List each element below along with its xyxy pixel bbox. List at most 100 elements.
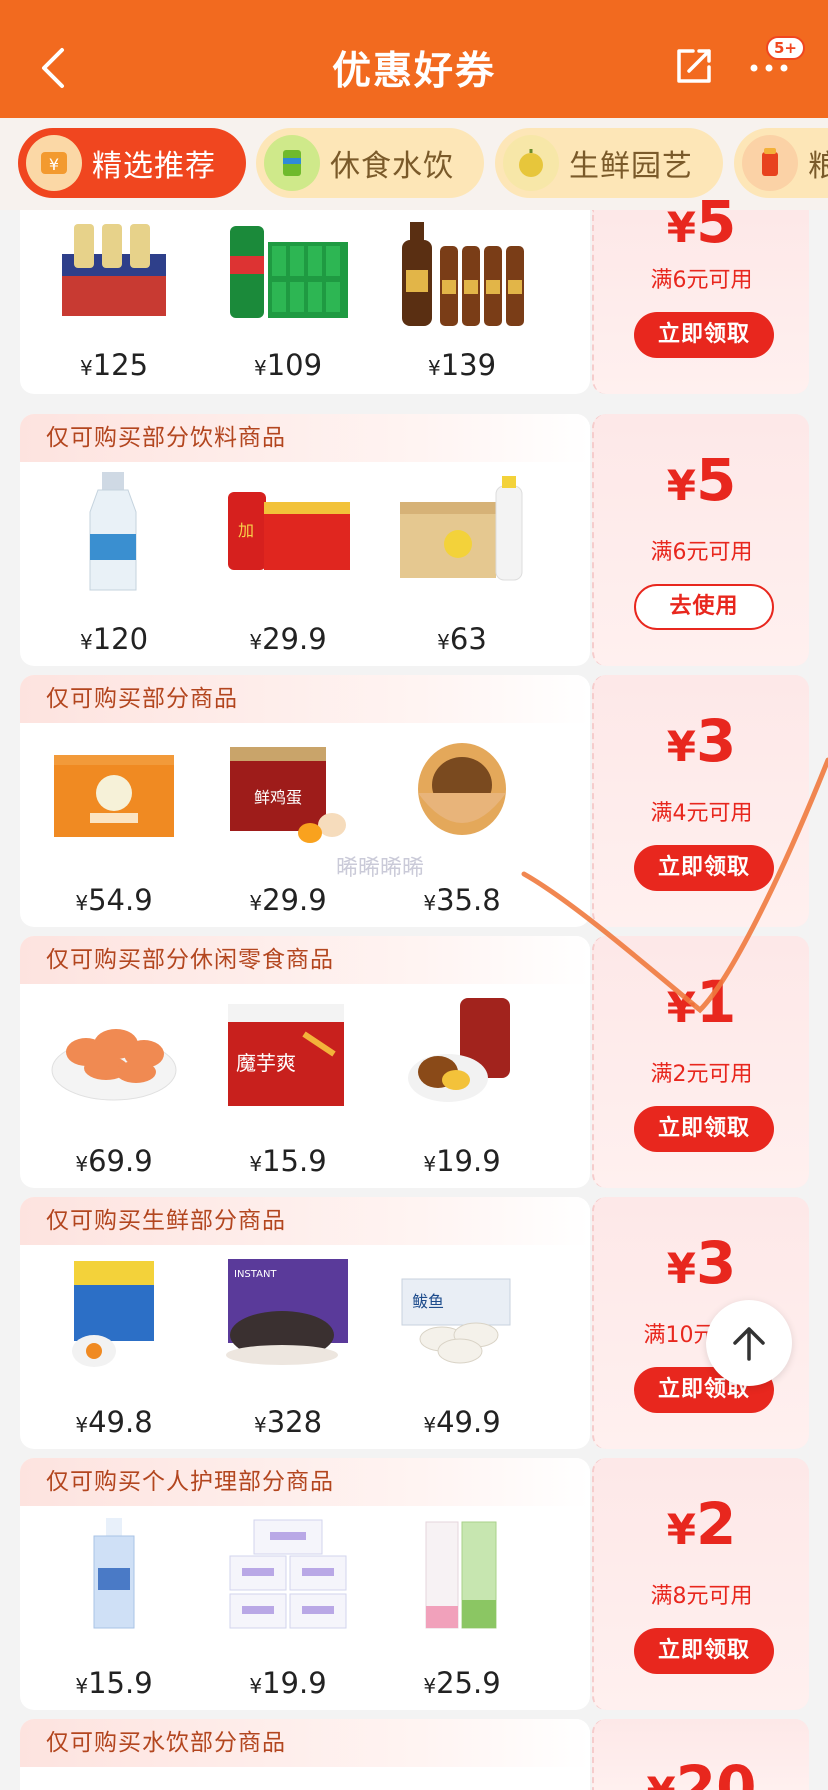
coupon-card: 仅可购买部分饮料商品 ¥120 加 ¥29.9 ¥63 ¥5 满6元可用 去使用 <box>20 414 809 666</box>
coupon-condition: 满6元可用 <box>650 540 753 565</box>
coupon-card: 仅可购买生鲜部分商品 ¥49.8 INSTANT ¥328 鲅鱼 ¥49.9 ¥… <box>20 1197 809 1449</box>
price: 35.8 <box>436 883 501 917</box>
claim-button[interactable]: 立即领取 <box>634 1106 774 1152</box>
arrow-up-icon <box>733 1327 765 1361</box>
coupon-scope: 仅可购买部分休闲零食商品 <box>20 936 590 984</box>
tab-label: 休食水饮 <box>330 149 454 184</box>
price: 15.9 <box>262 1144 327 1178</box>
coupon-products: 仅可购买部分商品 ¥54.9 鲜鸡蛋 ¥29.9 ¥35.8 <box>20 675 590 927</box>
coupon-card: 仅可购买水饮部分商品 ¥20 <box>20 1719 809 1790</box>
drink-box-icon <box>398 472 526 592</box>
tab-featured[interactable]: ¥ 精选推荐 <box>18 128 246 198</box>
pads-icon <box>224 1516 352 1636</box>
coupon-condition: 满2元可用 <box>650 1062 753 1087</box>
body-wash-icon <box>398 1516 526 1636</box>
price: 15.9 <box>88 1666 153 1700</box>
coupon-amount: ¥3 <box>666 707 737 775</box>
coupon-condition: 满6元可用 <box>650 268 753 293</box>
coupon-products: 仅可购买水饮部分商品 <box>20 1719 590 1790</box>
coupon-products: 仅可购买个人护理部分商品 ¥15.9 ¥19.9 ¥25.9 <box>20 1458 590 1710</box>
svg-text:鲅鱼: 鲅鱼 <box>412 1292 444 1311</box>
tab-snacks-drinks[interactable]: 休食水饮 <box>256 128 484 198</box>
coupon-amount: ¥1 <box>666 968 737 1036</box>
app-header: 优惠好券 5+ <box>0 0 828 118</box>
salted-egg-icon <box>398 733 526 853</box>
coupon-products: 仅可购买部分休闲零食商品 ¥69.9 魔芋爽 ¥15.9 ¥19.9 <box>20 936 590 1188</box>
scroll-to-top-button[interactable] <box>706 1300 792 1386</box>
price: 49.9 <box>436 1405 501 1439</box>
sea-cucumber-icon: INSTANT <box>224 1255 352 1375</box>
claim-button[interactable]: 立即领取 <box>634 845 774 891</box>
braised-egg-icon <box>398 994 526 1114</box>
coupon-amount: ¥2 <box>666 1490 737 1558</box>
product-item[interactable]: ¥19.9 <box>384 984 540 1188</box>
product-item[interactable]: 鲜鸡蛋 ¥29.9 <box>210 723 366 927</box>
egg-box-icon: 鲜鸡蛋 <box>224 733 352 853</box>
price: 69.9 <box>88 1144 153 1178</box>
share-icon[interactable] <box>673 45 715 87</box>
product-item[interactable]: 加 ¥29.9 <box>210 462 366 666</box>
product-item[interactable]: ¥35.8 <box>384 723 540 927</box>
product-item[interactable]: ¥139 <box>384 210 540 394</box>
coupon-card: 仅可购买部分商品 ¥54.9 鲜鸡蛋 ¥29.9 ¥35.8 ¥3 满4元可用 … <box>20 675 809 927</box>
price: 29.9 <box>262 883 327 917</box>
coupon-scope: 仅可购买部分饮料商品 <box>20 414 590 462</box>
product-item[interactable]: ¥15.9 <box>36 1506 192 1710</box>
tab-label: 精选推荐 <box>92 149 216 184</box>
coupon-products: 仅可购买生鲜部分商品 ¥49.8 INSTANT ¥328 鲅鱼 ¥49.9 <box>20 1197 590 1449</box>
claim-button[interactable]: 立即领取 <box>634 312 774 358</box>
price: 139 <box>440 348 497 382</box>
herbal-tea-icon: 加 <box>224 472 352 592</box>
coupon-value-panel: ¥20 <box>592 1719 809 1790</box>
svg-text:加: 加 <box>238 521 254 540</box>
product-item[interactable]: ¥63 <box>384 462 540 666</box>
notification-badge: 5+ <box>766 36 806 60</box>
coupon-card: 仅可购买部分休闲零食商品 ¥69.9 魔芋爽 ¥15.9 ¥19.9 ¥1 满2… <box>20 936 809 1188</box>
coupon-value-panel: ¥2 满8元可用 立即领取 <box>592 1458 809 1710</box>
coupon-value-panel: ¥3 满4元可用 立即领取 <box>592 675 809 927</box>
coupon-scope: 仅可购买生鲜部分商品 <box>20 1197 590 1245</box>
price: 120 <box>92 622 149 656</box>
product-item[interactable]: 魔芋爽 ¥15.9 <box>210 984 366 1188</box>
watermark: 晞晞晞晞 <box>336 856 425 881</box>
beer-cans-icon <box>224 220 352 340</box>
price: 54.9 <box>88 883 153 917</box>
grain-icon <box>742 135 798 191</box>
coupon-value-panel: ¥5 满6元可用 去使用 <box>592 414 809 666</box>
coupon-icon: ¥ <box>26 135 82 191</box>
product-item[interactable]: ¥49.8 <box>36 1245 192 1449</box>
price: 19.9 <box>436 1144 501 1178</box>
product-item[interactable]: ¥69.9 <box>36 984 192 1188</box>
coupon-condition: 满8元可用 <box>650 1584 753 1609</box>
price: 49.8 <box>88 1405 153 1439</box>
product-item[interactable]: ¥109 <box>210 210 366 394</box>
tab-label: 生鲜园艺 <box>569 149 693 184</box>
coupon-scope: 仅可购买个人护理部分商品 <box>20 1458 590 1506</box>
claim-button[interactable]: 立即领取 <box>634 1628 774 1674</box>
duck-egg-icon <box>50 1255 178 1375</box>
product-item[interactable]: ¥25.9 <box>384 1506 540 1710</box>
product-item[interactable]: ¥19.9 <box>210 1506 366 1710</box>
product-item[interactable]: INSTANT ¥328 <box>210 1245 366 1449</box>
use-button[interactable]: 去使用 <box>634 584 774 630</box>
product-item[interactable]: ¥125 <box>36 210 192 394</box>
svg-text:魔芋爽: 魔芋爽 <box>236 1051 296 1075</box>
shrimp-icon <box>50 994 178 1114</box>
water-bottle-icon <box>50 472 178 592</box>
coupon-amount: ¥5 <box>666 446 737 514</box>
lotion-icon <box>50 1516 178 1636</box>
price: 109 <box>266 348 323 382</box>
beer-bottles-icon <box>398 220 526 340</box>
coupon-value-panel: ¥5 满6元可用 立即领取 <box>592 188 809 394</box>
svg-text:鲜鸡蛋: 鲜鸡蛋 <box>254 788 302 807</box>
coupon-products: 仅可购买部分饮料商品 ¥120 加 ¥29.9 ¥63 <box>20 414 590 666</box>
svg-text:¥: ¥ <box>49 155 59 174</box>
price: 29.9 <box>262 622 327 656</box>
product-item[interactable]: ¥120 <box>36 462 192 666</box>
product-item[interactable]: 鲅鱼 ¥49.9 <box>384 1245 540 1449</box>
fruit-icon <box>503 135 559 191</box>
coupon-card: 仅可购买个人护理部分商品 ¥15.9 ¥19.9 ¥25.9 ¥2 满8元可用 … <box>20 1458 809 1710</box>
coupon-card: ¥125 ¥109 ¥139 ¥5 满6元可用 立即领取 <box>20 188 809 394</box>
coupon-scope: 仅可购买水饮部分商品 <box>20 1719 590 1767</box>
product-item[interactable]: ¥54.9 <box>36 723 192 927</box>
